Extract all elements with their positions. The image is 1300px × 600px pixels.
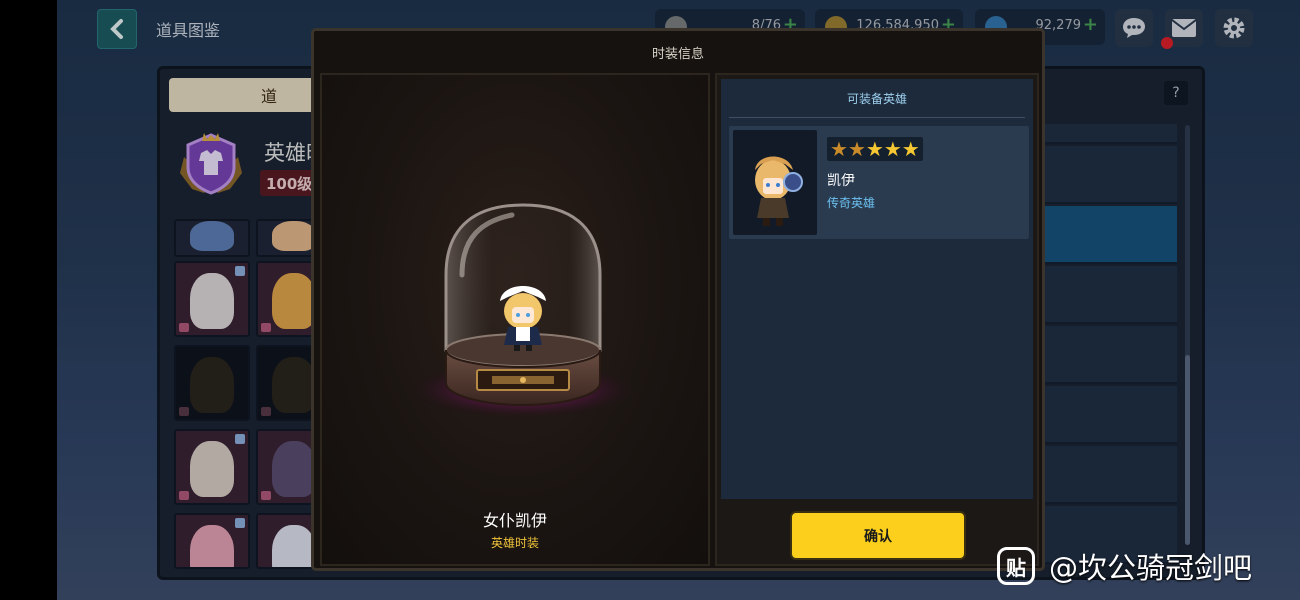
watermark: 贴 @坎公骑冠剑吧 [997, 545, 1252, 587]
costume-preview-pane: 女仆凯伊 英雄时装 [320, 73, 710, 566]
hero-kai-avatar [755, 156, 803, 226]
equippable-heroes-pane: 可装备英雄 ★ ★ ★ ★ ★ 凯伊 传奇英雄 确认 [715, 73, 1039, 566]
hero-card[interactable]: ★ ★ ★ ★ ★ 凯伊 传奇英雄 [729, 126, 1029, 239]
hero-rarity: 传奇英雄 [827, 196, 876, 210]
costume-type: 英雄时装 [490, 536, 539, 550]
star-icon: ★ [883, 137, 902, 161]
watermark-text: @坎公骑冠剑吧 [1049, 551, 1253, 585]
hero-star-rating: ★ ★ ★ ★ ★ [827, 137, 923, 161]
star-icon: ★ [830, 137, 848, 161]
star-icon: ★ [901, 137, 920, 161]
confirm-label: 确认 [864, 528, 892, 545]
dialog-title: 时装信息 [651, 47, 704, 62]
section-title: 可装备英雄 [729, 79, 1025, 118]
maid-kai-sprite [500, 286, 546, 351]
star-icon: ★ [865, 137, 884, 161]
tieba-logo-icon: 贴 [997, 547, 1035, 585]
star-icon: ★ [847, 137, 866, 161]
confirm-button[interactable]: 确认 [790, 511, 966, 560]
costume-name: 女仆凯伊 [482, 511, 547, 530]
glass-dome-display [411, 203, 635, 418]
hero-list: 可装备英雄 ★ ★ ★ ★ ★ 凯伊 传奇英雄 [721, 79, 1033, 499]
hero-name: 凯伊 [827, 173, 855, 189]
hero-portrait [733, 130, 817, 235]
costume-info-dialog: 时装信息 女仆凯伊 英雄时装 可装备英雄 ★ ★ ★ ★ ★ 凯伊 传奇英雄 确… [311, 28, 1045, 571]
